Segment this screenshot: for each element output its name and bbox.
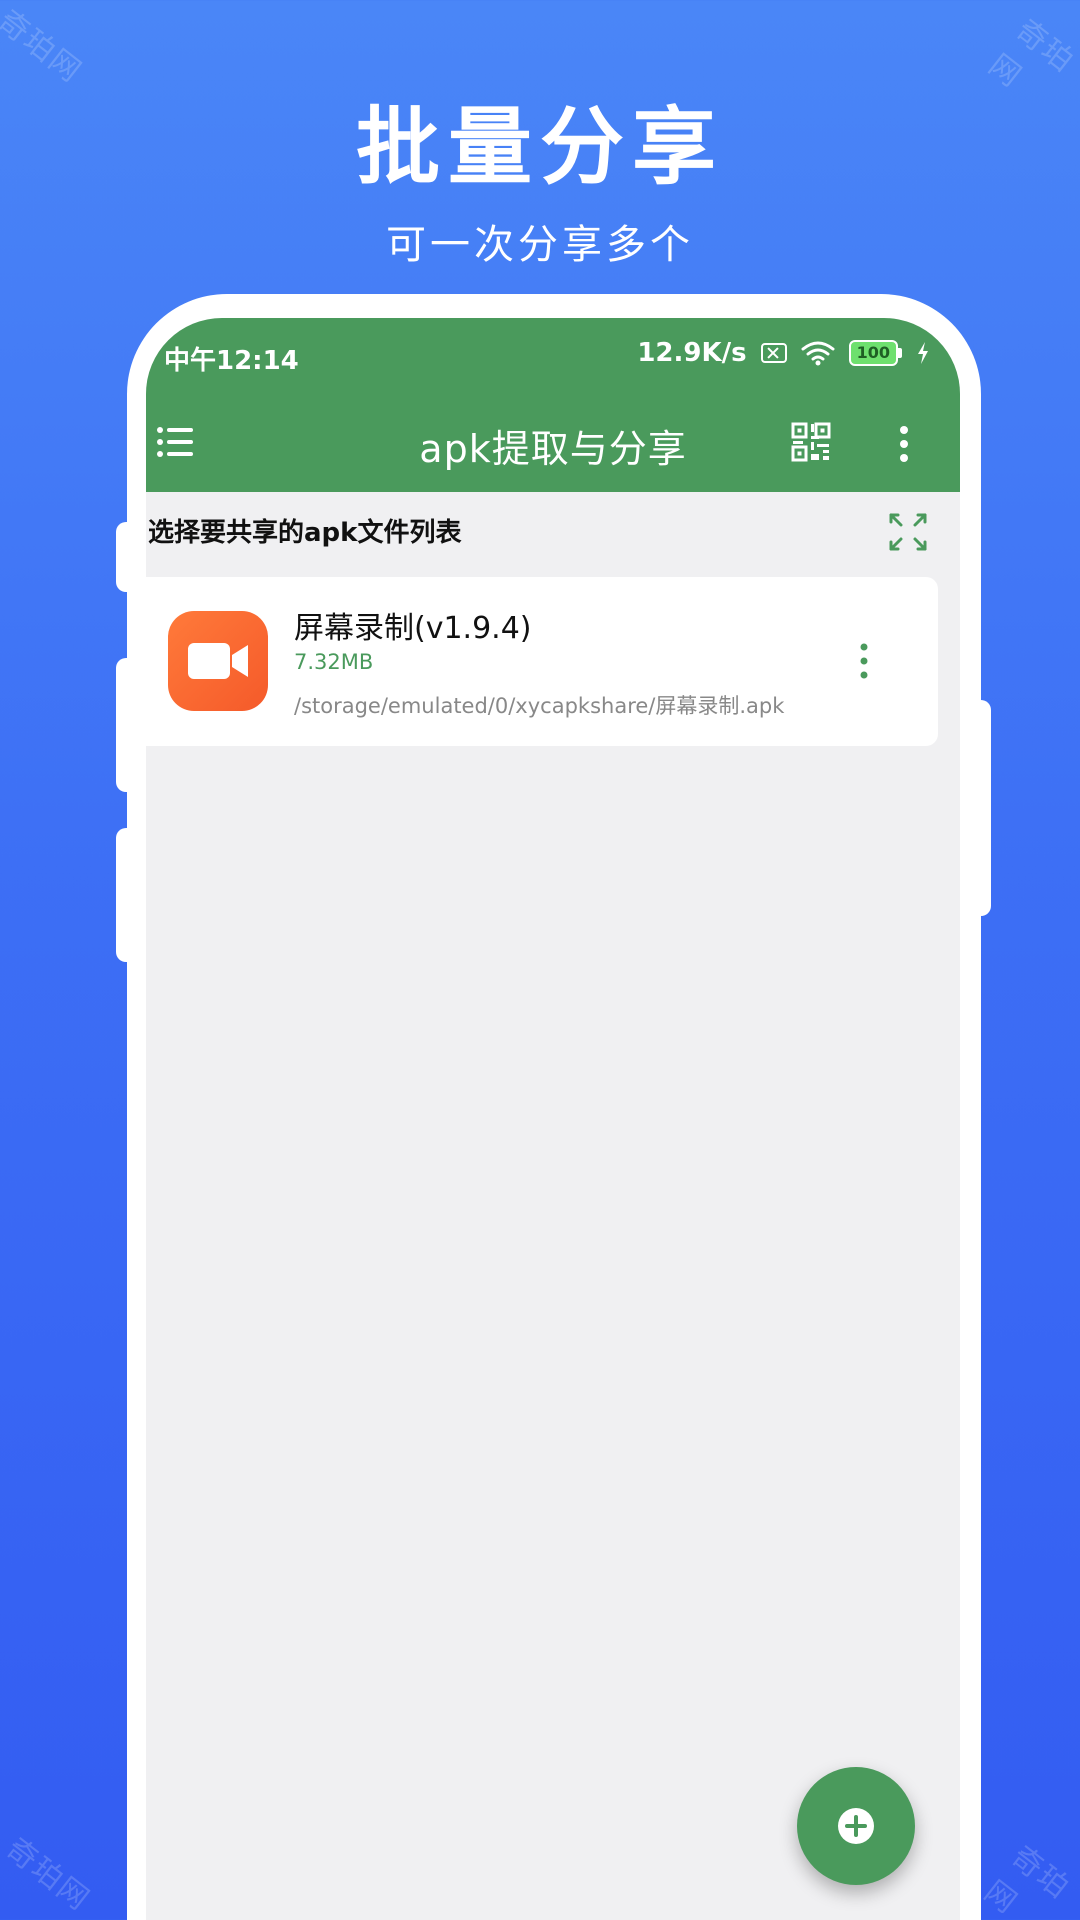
app-path: /storage/emulated/0/xycapkshare/屏幕录制.apk xyxy=(294,694,785,718)
list-item[interactable]: 屏幕录制(v1.9.4) 7.32MB /storage/emulated/0/… xyxy=(146,577,938,746)
toolbar-title: apk提取与分享 xyxy=(419,427,687,471)
status-icons: 12.9K/s 100 xyxy=(637,338,930,368)
battery-tip xyxy=(898,348,902,358)
watermark-top-left: 奇珀网 xyxy=(0,3,89,91)
status-time: 中午12:14 xyxy=(164,346,299,376)
promo-title: 批量分享 xyxy=(355,98,724,196)
phone-screen: 中午12:14 12.9K/s 100 apk提取与分享 选择要共享的apk文件… xyxy=(146,318,960,1920)
watermark-bottom-right: 奇珀网 xyxy=(977,1839,1077,1920)
promo-subtitle: 可一次分享多个 xyxy=(386,222,694,268)
qr-code-icon[interactable] xyxy=(791,422,831,462)
phone-side-button xyxy=(116,828,140,962)
battery-level: 100 xyxy=(848,340,898,366)
add-button[interactable] xyxy=(797,1767,915,1885)
status-bar: 中午12:14 12.9K/s 100 xyxy=(146,318,960,392)
item-more-icon[interactable] xyxy=(856,641,872,681)
app-toolbar: apk提取与分享 xyxy=(146,392,960,492)
network-speed: 12.9K/s xyxy=(637,338,747,368)
app-name: 屏幕录制(v1.9.4) xyxy=(294,611,532,646)
more-vert-icon[interactable] xyxy=(894,424,914,464)
video-camera-glyph xyxy=(188,643,248,679)
sim-x-icon xyxy=(760,343,787,363)
app-size: 7.32MB xyxy=(294,650,374,674)
phone-side-button xyxy=(967,700,991,916)
section-title: 选择要共享的apk文件列表 xyxy=(148,518,462,548)
expand-icon[interactable] xyxy=(888,512,928,552)
wifi-icon xyxy=(801,341,835,366)
watermark-bottom-left: 奇珀网 xyxy=(0,1831,97,1919)
battery-icon: 100 xyxy=(848,340,902,366)
add-circle-icon xyxy=(838,1808,874,1844)
video-camera-icon xyxy=(168,611,268,711)
phone-side-button xyxy=(116,658,140,792)
phone-side-button xyxy=(116,522,140,592)
charging-icon xyxy=(918,342,928,364)
